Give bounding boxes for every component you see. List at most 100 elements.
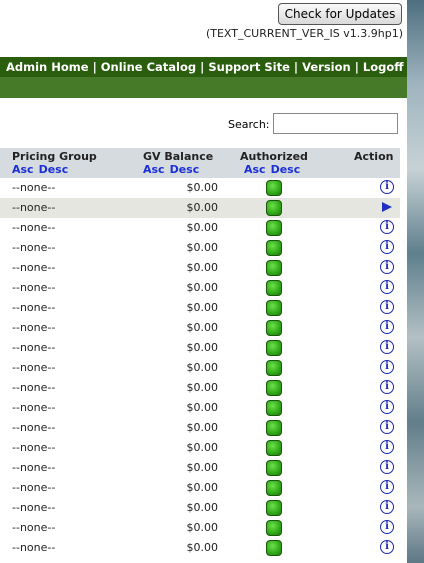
table-row[interactable]: --none-- $0.00 i [0, 398, 400, 418]
table-row[interactable]: --none-- $0.00 i [0, 258, 400, 278]
info-icon[interactable]: i [380, 420, 394, 434]
info-icon[interactable]: i [380, 400, 394, 414]
gv-balance-cell: $0.00 [186, 421, 219, 434]
col-gv-balance: GV Balance [143, 150, 214, 163]
pricing-group-cell: --none-- [12, 261, 56, 274]
sort-desc-link[interactable]: Desc [170, 163, 200, 176]
nav-online-catalog[interactable]: Online Catalog [101, 60, 196, 74]
info-icon[interactable]: i [380, 360, 394, 374]
authorized-status-icon[interactable] [266, 440, 282, 456]
sort-desc-link[interactable]: Desc [271, 163, 301, 176]
gv-balance-cell: $0.00 [186, 321, 219, 334]
gv-balance-cell: $0.00 [186, 461, 219, 474]
info-icon[interactable]: i [380, 300, 394, 314]
table-row[interactable]: --none-- $0.00 i [0, 238, 400, 258]
gv-balance-cell: $0.00 [186, 341, 219, 354]
authorized-status-icon[interactable] [266, 340, 282, 356]
authorized-sort: Asc Desc [244, 163, 305, 176]
sub-nav-bar [0, 77, 407, 98]
info-icon[interactable]: i [380, 380, 394, 394]
nav-version[interactable]: Version [302, 60, 351, 74]
authorized-status-icon[interactable] [266, 380, 282, 396]
table-header: Pricing Group GV Balance Authorized Acti… [0, 148, 400, 178]
authorized-status-icon[interactable] [266, 480, 282, 496]
col-action: Action [354, 150, 394, 163]
info-icon[interactable]: i [380, 260, 394, 274]
pricing-group-sort: Asc Desc [12, 163, 73, 176]
gv-balance-cell: $0.00 [186, 521, 219, 534]
info-icon[interactable]: i [380, 280, 394, 294]
table-row[interactable]: --none-- $0.00 i [0, 218, 400, 238]
gv-balance-cell: $0.00 [186, 221, 219, 234]
nav-logoff[interactable]: Logoff [363, 60, 404, 74]
table-row[interactable]: --none-- $0.00 i [0, 438, 400, 458]
pricing-group-cell: --none-- [12, 361, 56, 374]
authorized-status-icon[interactable] [266, 460, 282, 476]
authorized-status-icon[interactable] [266, 240, 282, 256]
pricing-group-cell: --none-- [12, 241, 56, 254]
table-row[interactable]: --none-- $0.00 i [0, 478, 400, 498]
pricing-group-cell: --none-- [12, 421, 56, 434]
gv-balance-sort: Asc Desc [143, 163, 204, 176]
search-input[interactable] [273, 113, 398, 134]
table-row[interactable]: --none-- $0.00 [0, 198, 400, 218]
authorized-status-icon[interactable] [266, 220, 282, 236]
pricing-group-cell: --none-- [12, 541, 56, 554]
info-icon[interactable]: i [380, 480, 394, 494]
arrow-icon[interactable] [382, 202, 392, 212]
table-row[interactable]: --none-- $0.00 i [0, 378, 400, 398]
authorized-status-icon[interactable] [266, 420, 282, 436]
gv-balance-cell: $0.00 [186, 541, 219, 554]
gv-balance-cell: $0.00 [186, 301, 219, 314]
info-icon[interactable]: i [380, 500, 394, 514]
authorized-status-icon[interactable] [266, 500, 282, 516]
authorized-status-icon[interactable] [266, 280, 282, 296]
table-row[interactable]: --none-- $0.00 i [0, 298, 400, 318]
info-icon[interactable]: i [380, 340, 394, 354]
sort-asc-link[interactable]: Asc [244, 163, 266, 176]
table-row[interactable]: --none-- $0.00 i [0, 418, 400, 438]
gv-balance-cell: $0.00 [186, 441, 219, 454]
gv-balance-cell: $0.00 [186, 501, 219, 514]
table-row[interactable]: --none-- $0.00 i [0, 338, 400, 358]
authorized-status-icon[interactable] [266, 540, 282, 556]
table-row[interactable]: --none-- $0.00 i [0, 178, 400, 198]
info-icon[interactable]: i [380, 180, 394, 194]
pricing-group-cell: --none-- [12, 301, 56, 314]
version-text: (TEXT_CURRENT_VER_IS v1.3.9hp1) [205, 27, 403, 40]
gv-balance-cell: $0.00 [186, 241, 219, 254]
table-row[interactable]: --none-- $0.00 i [0, 518, 400, 538]
nav-admin-home[interactable]: Admin Home [6, 60, 89, 74]
authorized-status-icon[interactable] [266, 300, 282, 316]
info-icon[interactable]: i [380, 520, 394, 534]
gv-balance-cell: $0.00 [186, 381, 219, 394]
table-row[interactable]: --none-- $0.00 i [0, 458, 400, 478]
gv-balance-cell: $0.00 [186, 181, 219, 194]
authorized-status-icon[interactable] [266, 520, 282, 536]
sort-desc-link[interactable]: Desc [39, 163, 69, 176]
info-icon[interactable]: i [380, 220, 394, 234]
col-pricing-group: Pricing Group [12, 150, 97, 163]
info-icon[interactable]: i [380, 440, 394, 454]
authorized-status-icon[interactable] [266, 200, 282, 216]
table-row[interactable]: --none-- $0.00 i [0, 358, 400, 378]
check-for-updates-button[interactable]: Check for Updates [278, 3, 402, 25]
info-icon[interactable]: i [380, 540, 394, 554]
gv-balance-cell: $0.00 [186, 201, 219, 214]
table-row[interactable]: --none-- $0.00 i [0, 498, 400, 518]
authorized-status-icon[interactable] [266, 320, 282, 336]
pricing-group-cell: --none-- [12, 461, 56, 474]
nav-support-site[interactable]: Support Site [208, 60, 290, 74]
table-row[interactable]: --none-- $0.00 i [0, 278, 400, 298]
info-icon[interactable]: i [380, 240, 394, 254]
table-row[interactable]: --none-- $0.00 i [0, 318, 400, 338]
sort-asc-link[interactable]: Asc [12, 163, 34, 176]
authorized-status-icon[interactable] [266, 360, 282, 376]
info-icon[interactable]: i [380, 460, 394, 474]
sort-asc-link[interactable]: Asc [143, 163, 165, 176]
table-row[interactable]: --none-- $0.00 i [0, 538, 400, 558]
info-icon[interactable]: i [380, 320, 394, 334]
authorized-status-icon[interactable] [266, 400, 282, 416]
authorized-status-icon[interactable] [266, 180, 282, 196]
authorized-status-icon[interactable] [266, 260, 282, 276]
